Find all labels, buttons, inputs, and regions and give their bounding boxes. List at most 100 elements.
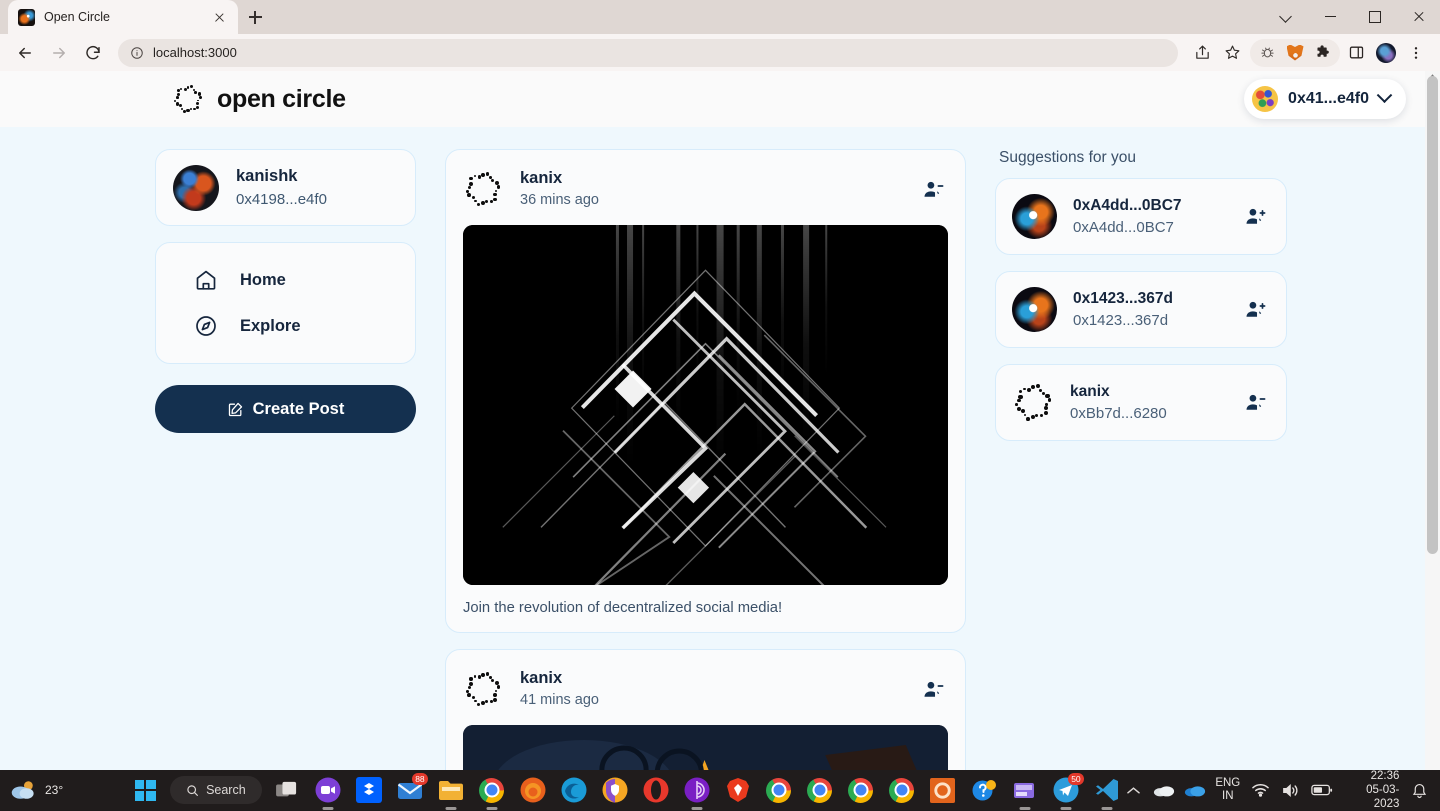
search-button[interactable]: Search [170, 776, 262, 804]
minimize-button[interactable] [1308, 0, 1352, 32]
video-call-icon [315, 777, 341, 803]
onedrive-work-icon[interactable] [1184, 779, 1206, 801]
browser-tab[interactable]: Open Circle [8, 0, 238, 34]
speaker-icon [1282, 783, 1298, 797]
tor-icon [684, 777, 710, 803]
abstract-artwork [463, 225, 948, 586]
suggestion-name: 0xA4dd...0BC7 [1073, 196, 1182, 214]
app-tor[interactable] [681, 774, 713, 810]
left-sidebar: kanishk 0x4198...e4f0 Home Explore Creat… [155, 149, 416, 433]
close-icon[interactable] [210, 8, 228, 26]
notification-center-button[interactable] [1408, 779, 1430, 801]
info-circle-icon [131, 46, 143, 59]
app-shield-browser[interactable] [599, 774, 631, 806]
windows-logo-icon [134, 779, 156, 801]
clock-date: 05-03-2023 [1366, 784, 1400, 810]
close-window-button[interactable] [1396, 0, 1440, 32]
sidebar-item-home[interactable]: Home [156, 257, 415, 303]
app-vscode[interactable] [1091, 774, 1123, 810]
chrome-menu-button[interactable] [1402, 39, 1430, 67]
app-edge[interactable] [558, 774, 590, 806]
app-open-circle[interactable] [927, 774, 959, 806]
profile-card[interactable]: kanishk 0x4198...e4f0 [155, 149, 416, 226]
person-plus-icon [1245, 208, 1265, 224]
post-caption: Join the revolution of decentralized soc… [463, 600, 783, 617]
extensions-button[interactable] [1309, 39, 1337, 67]
app-help[interactable] [968, 774, 1000, 806]
unfollow-button[interactable] [918, 174, 948, 204]
onedrive-personal-icon[interactable] [1153, 779, 1175, 801]
start-button[interactable] [129, 774, 161, 806]
suggestion-name: 0x1423...367d [1073, 289, 1173, 307]
system-tray: ENG IN 22:36 05-03-2023 [1123, 769, 1440, 811]
post-author: kanix [520, 169, 563, 187]
bell-icon [1412, 783, 1426, 798]
scrollbar-thumb[interactable] [1427, 76, 1438, 554]
wallet-button[interactable]: 0x41...e4f0 [1244, 79, 1406, 119]
reload-icon [86, 45, 100, 59]
language-indicator[interactable]: ENG IN [1215, 777, 1240, 803]
suggestion-item[interactable]: 0xA4dd...0BC7 0xA4dd...0BC7 [995, 178, 1287, 255]
maximize-icon [1368, 10, 1381, 23]
app-chrome-5[interactable] [886, 774, 918, 806]
forward-button[interactable] [44, 38, 74, 68]
app-firefox[interactable] [517, 774, 549, 806]
battery-icon [1310, 784, 1332, 796]
suggestion-item[interactable]: kanix 0xBb7d...6280 [995, 364, 1287, 441]
side-panel-icon [1349, 46, 1363, 59]
tab-title: Open Circle [44, 10, 110, 24]
app-brave[interactable] [722, 774, 754, 806]
bug-extension-button[interactable] [1253, 39, 1281, 67]
unfollow-button[interactable] [918, 674, 948, 704]
reload-button[interactable] [78, 38, 108, 68]
app-chrome-4[interactable] [845, 774, 877, 806]
back-button[interactable] [10, 38, 40, 68]
page-scrollbar[interactable] [1425, 71, 1440, 770]
post-meta: kanix 36 mins ago [520, 167, 901, 211]
suggestion-info: kanix 0xBb7d...6280 [1070, 381, 1224, 424]
app-clipchamp[interactable] [1009, 774, 1041, 810]
app-telegram[interactable]: 50 [1050, 773, 1084, 810]
clock[interactable]: 22:36 05-03-2023 [1342, 769, 1400, 811]
post-meta: kanix 41 mins ago [520, 667, 901, 711]
battery-button[interactable] [1310, 779, 1333, 801]
new-tab-button[interactable] [238, 0, 272, 34]
app-logo[interactable]: open circle [172, 83, 346, 115]
app-chrome-3[interactable] [804, 774, 836, 806]
maximize-button[interactable] [1352, 0, 1396, 32]
app-opera[interactable] [640, 774, 672, 806]
suggestion-item[interactable]: 0x1423...367d 0x1423...367d [995, 271, 1287, 348]
share-button[interactable] [1188, 39, 1216, 67]
app-file-explorer[interactable] [435, 774, 467, 810]
unfollow-button[interactable] [1240, 388, 1270, 418]
search-icon [187, 784, 199, 796]
app-chrome-2[interactable] [763, 774, 795, 806]
metamask-button[interactable] [1281, 39, 1309, 67]
show-hidden-icons-button[interactable] [1123, 779, 1145, 801]
side-panel-button[interactable] [1342, 39, 1370, 67]
follow-button[interactable] [1240, 202, 1270, 232]
app-mail[interactable]: 88 [394, 773, 428, 806]
suggestion-info: 0x1423...367d 0x1423...367d [1073, 288, 1224, 331]
app-chrome-1[interactable] [476, 774, 508, 810]
weather-widget[interactable]: 23° [0, 779, 129, 801]
post-card: kanix 41 mins ago [445, 649, 966, 770]
task-view-button[interactable] [271, 774, 303, 806]
wifi-button[interactable] [1249, 779, 1271, 801]
shield-browser-icon [602, 777, 628, 803]
follow-button[interactable] [1240, 295, 1270, 325]
create-post-label: Create Post [252, 399, 345, 418]
chrome-icon [889, 777, 915, 803]
mail-badge: 88 [412, 773, 428, 785]
volume-button[interactable] [1280, 779, 1302, 801]
video-editor-icon [1013, 782, 1034, 798]
create-post-button[interactable]: Create Post [155, 385, 416, 433]
tab-search-button[interactable] [1264, 0, 1308, 32]
profile-button[interactable] [1372, 39, 1400, 67]
app-zoom[interactable] [312, 774, 344, 810]
sidebar-item-explore[interactable]: Explore [156, 303, 415, 349]
post-timestamp: 36 mins ago [520, 192, 599, 209]
bookmark-button[interactable] [1218, 39, 1246, 67]
app-dropbox[interactable] [353, 774, 385, 806]
address-bar[interactable]: localhost:3000 [118, 38, 1178, 67]
